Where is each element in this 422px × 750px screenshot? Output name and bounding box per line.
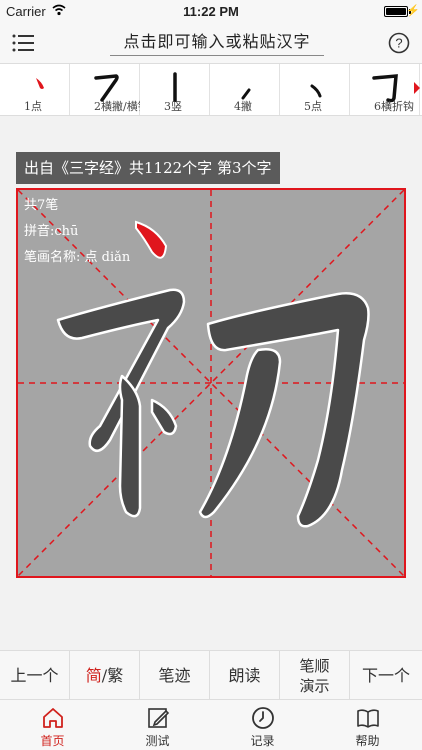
stroke-label: 6横折钩 xyxy=(374,100,414,113)
battery-icon xyxy=(384,6,408,17)
character-grid[interactable]: 共7笔 拼音:chū 笔画名称: 点 diǎn xyxy=(16,188,406,578)
stroke-dian-icon xyxy=(310,84,322,98)
charging-icon: ⚡ xyxy=(406,5,420,17)
stroke-item-2[interactable]: 2横撇/横钩 xyxy=(70,64,140,115)
tab-home[interactable]: 首页 xyxy=(0,700,105,750)
clock-icon xyxy=(252,707,274,729)
stroke-hengpie-icon xyxy=(94,74,119,102)
stroke-label: 4撇 xyxy=(234,100,252,113)
main-area: 出自《三字经》共1122个字 第3个字 共7笔 拼音:chū 笔画名称: 点 d… xyxy=(0,116,422,650)
stroke-name-label: 笔画名称: 点 diǎn xyxy=(24,250,131,265)
trace-button[interactable]: 笔迹 xyxy=(140,651,210,701)
tab-label: 记录 xyxy=(250,734,275,748)
stroke-order-demo-button[interactable]: 笔顺 演示 xyxy=(280,651,350,701)
source-banner: 出自《三字经》共1122个字 第3个字 xyxy=(16,152,280,184)
pinyin-label: 拼音:chū xyxy=(24,224,79,239)
traditional-option[interactable]: 繁 xyxy=(107,666,123,685)
stroke-label: 1点 xyxy=(24,100,42,113)
read-aloud-button[interactable]: 朗读 xyxy=(210,651,280,701)
tab-help[interactable]: 帮助 xyxy=(315,700,420,750)
order-line1: 笔顺 xyxy=(299,657,330,675)
menu-icon[interactable] xyxy=(12,34,34,52)
tab-label: 测试 xyxy=(145,734,170,748)
stroke-label: 2横撇/横钩 xyxy=(94,100,140,113)
svg-text:?: ? xyxy=(395,36,402,51)
chevron-right-icon[interactable] xyxy=(414,82,420,94)
home-icon xyxy=(43,708,63,728)
clock: 11:22 PM xyxy=(183,4,239,19)
stroke-label: 5点 xyxy=(304,100,322,113)
stroke-strip[interactable]: 1点 2横撇/横钩 3竖 4撇 5点 6横折钩 xyxy=(0,64,422,116)
tab-label: 帮助 xyxy=(355,734,380,748)
search-input[interactable]: 点击即可输入或粘贴汉字 xyxy=(110,28,324,56)
tab-record[interactable]: 记录 xyxy=(210,700,315,750)
stroke-pie-icon xyxy=(241,88,251,100)
stroke-label: 3竖 xyxy=(164,100,182,113)
next-button[interactable]: 下一个 xyxy=(350,651,422,701)
simplified-traditional-toggle[interactable]: 简/繁 xyxy=(70,651,140,701)
book-icon xyxy=(357,709,379,728)
tab-bar: 首页 测试 记录 帮助 xyxy=(0,700,422,750)
stroke-count: 共7笔 xyxy=(24,198,59,213)
stroke-item-4[interactable]: 4撇 xyxy=(210,64,280,115)
edit-icon xyxy=(148,708,170,728)
order-line2: 演示 xyxy=(299,677,330,695)
prev-button[interactable]: 上一个 xyxy=(0,651,70,701)
stroke-item-6[interactable]: 6横折钩 xyxy=(350,64,420,115)
stroke-item-5[interactable]: 5点 xyxy=(280,64,350,115)
tab-label: 首页 xyxy=(40,734,65,748)
stroke-item-3[interactable]: 3竖 xyxy=(140,64,210,115)
simplified-option[interactable]: 简 xyxy=(86,666,102,685)
stroke-hengzhegou-icon xyxy=(372,74,398,102)
tab-test[interactable]: 测试 xyxy=(105,700,210,750)
stroke-shu-icon xyxy=(173,72,177,102)
bottom-toolbar: 上一个 简/繁 笔迹 朗读 笔顺 演示 下一个 xyxy=(0,650,422,701)
stroke-item-1[interactable]: 1点 xyxy=(0,64,70,115)
top-bar: 点击即可输入或粘贴汉字 ? xyxy=(0,22,422,64)
help-icon[interactable]: ? xyxy=(388,32,410,54)
status-bar: Carrier 11:22 PM ⚡ xyxy=(0,0,422,22)
stroke-dot-icon xyxy=(36,78,44,89)
